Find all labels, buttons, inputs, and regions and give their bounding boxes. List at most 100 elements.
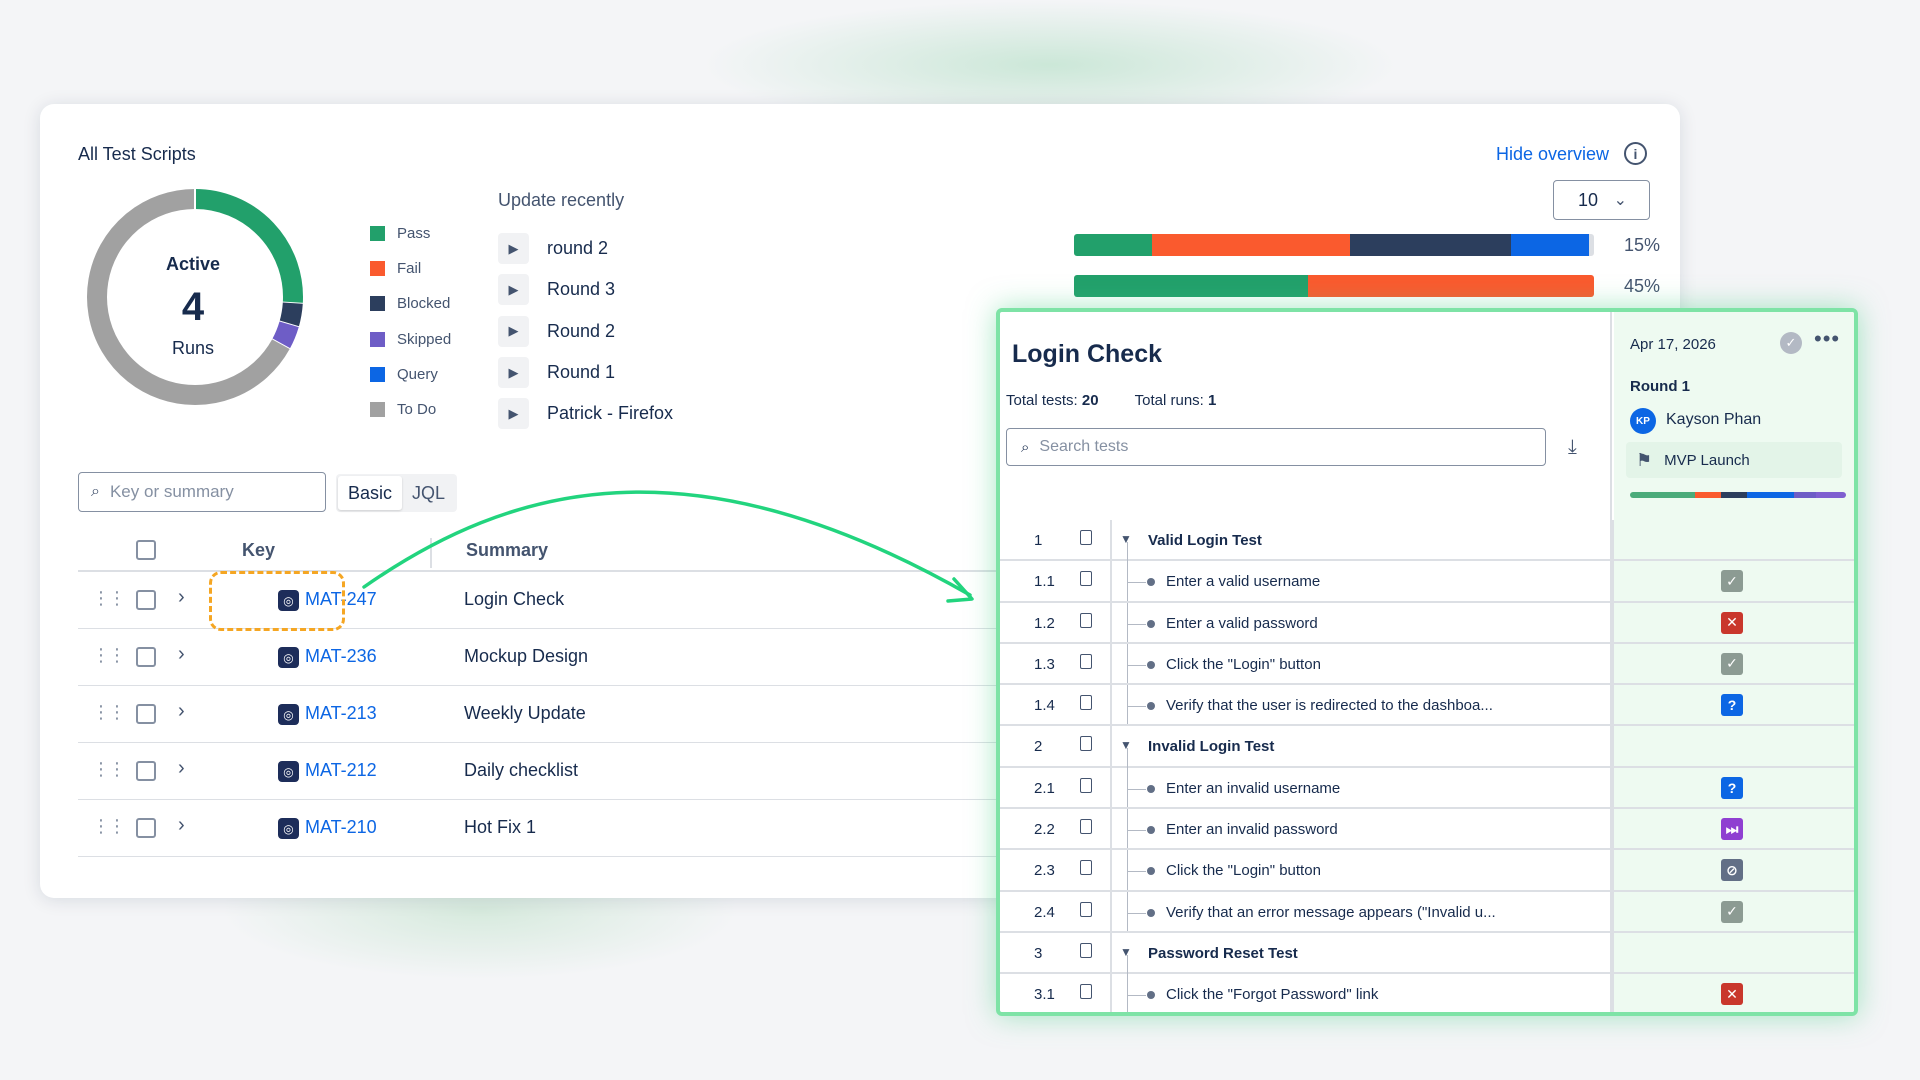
document-icon bbox=[1080, 571, 1092, 587]
drag-handle-icon[interactable]: ⋮⋮ bbox=[92, 816, 126, 837]
recent-run-item[interactable]: ▶ round 2 bbox=[498, 228, 673, 269]
caret-down-icon[interactable]: ▼ bbox=[1120, 945, 1132, 959]
issue-key-link[interactable]: MAT-236 bbox=[305, 646, 377, 667]
table-row[interactable]: ⋮⋮ › ◎ MAT-210 Hot Fix 1 bbox=[78, 800, 1018, 857]
row-checkbox[interactable] bbox=[136, 818, 156, 838]
test-group-row[interactable]: 3 ▼ Password Reset Test bbox=[1000, 932, 1854, 975]
check-circle-icon: ✓ bbox=[1780, 332, 1802, 354]
column-divider bbox=[1612, 809, 1614, 849]
test-step-row[interactable]: 1.1 Enter a valid username ✓ bbox=[1000, 561, 1854, 603]
info-icon[interactable]: i bbox=[1624, 142, 1647, 165]
release-tag[interactable]: ⚑ MVP Launch bbox=[1626, 442, 1842, 478]
document-icon bbox=[1080, 984, 1092, 1000]
issue-summary: Daily checklist bbox=[464, 760, 579, 780]
test-step-row[interactable]: 1.3 Click the "Login" button ✓ bbox=[1000, 643, 1854, 686]
status-pass-icon[interactable]: ✓ bbox=[1721, 900, 1743, 923]
status-skipped-icon[interactable]: ⏭ bbox=[1721, 818, 1743, 841]
run-progress-bar bbox=[1630, 492, 1846, 498]
play-icon[interactable]: ▶ bbox=[498, 357, 529, 389]
assignee-name: Kayson Phan bbox=[1666, 411, 1762, 428]
progress-segment bbox=[1510, 234, 1589, 256]
step-number: 2.4 bbox=[1034, 903, 1055, 921]
test-step-row[interactable]: 1.2 Enter a valid password ✕ bbox=[1000, 602, 1854, 644]
test-step-title: Click the "Login" button bbox=[1166, 655, 1321, 673]
status-fail-icon[interactable]: ✕ bbox=[1721, 983, 1743, 1006]
test-step-row[interactable]: 2.4 Verify that an error message appears … bbox=[1000, 891, 1854, 933]
hide-overview-link[interactable]: Hide overview bbox=[1496, 144, 1609, 165]
document-icon bbox=[1080, 777, 1092, 793]
tree-line bbox=[1127, 850, 1128, 890]
row-checkbox[interactable] bbox=[136, 647, 156, 667]
issue-summary: Hot Fix 1 bbox=[464, 817, 537, 837]
issue-key-link[interactable]: MAT-212 bbox=[305, 760, 377, 781]
column-divider bbox=[1110, 767, 1112, 808]
select-all-checkbox[interactable] bbox=[136, 540, 156, 560]
recent-run-item[interactable]: ▶ Patrick - Firefox bbox=[498, 393, 673, 434]
search-tests-input[interactable]: ⌕ Search tests bbox=[1006, 428, 1546, 466]
play-icon[interactable]: ▶ bbox=[498, 274, 529, 306]
total-runs-value: 1 bbox=[1208, 392, 1217, 409]
legend-swatch bbox=[370, 331, 385, 347]
page-size-select[interactable]: 10 ⌄ bbox=[1553, 180, 1650, 220]
legend-label: Pass bbox=[397, 225, 431, 243]
legend-item-query: Query bbox=[370, 357, 451, 392]
run-bar-segment bbox=[1815, 492, 1846, 498]
panel-stats: Total tests: 20 Total runs: 1 bbox=[1006, 392, 1216, 409]
status-blocked-icon[interactable]: ⊘ bbox=[1721, 859, 1743, 882]
search-input[interactable]: ⌕ Key or summary bbox=[78, 472, 326, 512]
tree-line bbox=[1127, 891, 1128, 931]
step-bullet-icon bbox=[1147, 578, 1155, 587]
caret-down-icon[interactable]: ▼ bbox=[1120, 532, 1132, 546]
drag-handle-icon[interactable]: ⋮⋮ bbox=[92, 702, 126, 723]
legend-swatch bbox=[370, 366, 385, 382]
more-options-icon[interactable]: ••• bbox=[1814, 326, 1840, 352]
issue-key-link[interactable]: MAT-213 bbox=[305, 703, 377, 724]
run-progress-row: 45% bbox=[1074, 275, 1660, 297]
test-group-row[interactable]: 1 ▼ Valid Login Test bbox=[1000, 520, 1854, 562]
chevron-right-icon[interactable]: › bbox=[178, 700, 185, 723]
drag-handle-icon[interactable]: ⋮⋮ bbox=[92, 645, 126, 666]
status-query-icon[interactable]: ? bbox=[1721, 776, 1743, 799]
issue-key-link[interactable]: MAT-210 bbox=[305, 817, 377, 838]
drag-handle-icon[interactable]: ⋮⋮ bbox=[92, 588, 126, 609]
play-icon[interactable]: ▶ bbox=[498, 398, 529, 430]
table-row[interactable]: ⋮⋮ › ◎ MAT-213 Weekly Update bbox=[78, 686, 1018, 743]
tree-line bbox=[1127, 602, 1128, 642]
test-step-row[interactable]: 2.2 Enter an invalid password ⏭ bbox=[1000, 809, 1854, 851]
test-group-title: Password Reset Test bbox=[1148, 944, 1298, 962]
test-step-row[interactable]: 2.1 Enter an invalid username? bbox=[1000, 767, 1854, 810]
table-row[interactable]: ⋮⋮ › ◎ MAT-236 Mockup Design bbox=[78, 629, 1018, 686]
row-checkbox[interactable] bbox=[136, 590, 156, 610]
search-tests-placeholder: Search tests bbox=[1039, 438, 1129, 455]
test-step-row[interactable]: 1.4 Verify that the user is redirected to… bbox=[1000, 685, 1854, 727]
drag-handle-icon[interactable]: ⋮⋮ bbox=[92, 759, 126, 780]
chevron-right-icon[interactable]: › bbox=[178, 814, 185, 837]
progress-segment bbox=[1152, 234, 1350, 256]
column-key-header: Key bbox=[242, 540, 276, 560]
row-checkbox[interactable] bbox=[136, 704, 156, 724]
caret-down-icon[interactable]: ▼ bbox=[1120, 738, 1132, 752]
test-step-row[interactable]: 3.1 Click the "Forgot Password" link ✕ bbox=[1000, 974, 1854, 1012]
status-fail-icon[interactable]: ✕ bbox=[1721, 611, 1743, 634]
status-pass-icon[interactable]: ✓ bbox=[1721, 570, 1743, 593]
test-group-row[interactable]: 2 ▼ Invalid Login Test bbox=[1000, 726, 1854, 769]
play-icon[interactable]: ▶ bbox=[498, 233, 529, 265]
legend-swatch bbox=[370, 296, 385, 312]
play-icon[interactable]: ▶ bbox=[498, 315, 529, 347]
chevron-right-icon[interactable]: › bbox=[178, 586, 185, 609]
step-bullet-icon bbox=[1147, 908, 1155, 917]
table-row[interactable]: ⋮⋮ › ◎ MAT-212 Daily checklist bbox=[78, 743, 1018, 800]
status-query-icon[interactable]: ? bbox=[1721, 694, 1743, 717]
step-number: 2 bbox=[1034, 738, 1043, 756]
row-checkbox[interactable] bbox=[136, 761, 156, 781]
column-divider bbox=[1612, 850, 1614, 890]
recent-run-item[interactable]: ▶ Round 1 bbox=[498, 352, 673, 393]
download-icon[interactable]: ⤓ bbox=[1568, 436, 1577, 459]
chevron-right-icon[interactable]: › bbox=[178, 757, 185, 780]
recent-run-item[interactable]: ▶ Round 3 bbox=[498, 269, 673, 310]
step-number: 1.4 bbox=[1034, 697, 1055, 715]
status-pass-icon[interactable]: ✓ bbox=[1721, 652, 1743, 675]
recent-run-item[interactable]: ▶ Round 2 bbox=[498, 311, 673, 352]
test-step-row[interactable]: 2.3 Click the "Login" button ⊘ bbox=[1000, 850, 1854, 892]
chevron-right-icon[interactable]: › bbox=[178, 643, 185, 666]
